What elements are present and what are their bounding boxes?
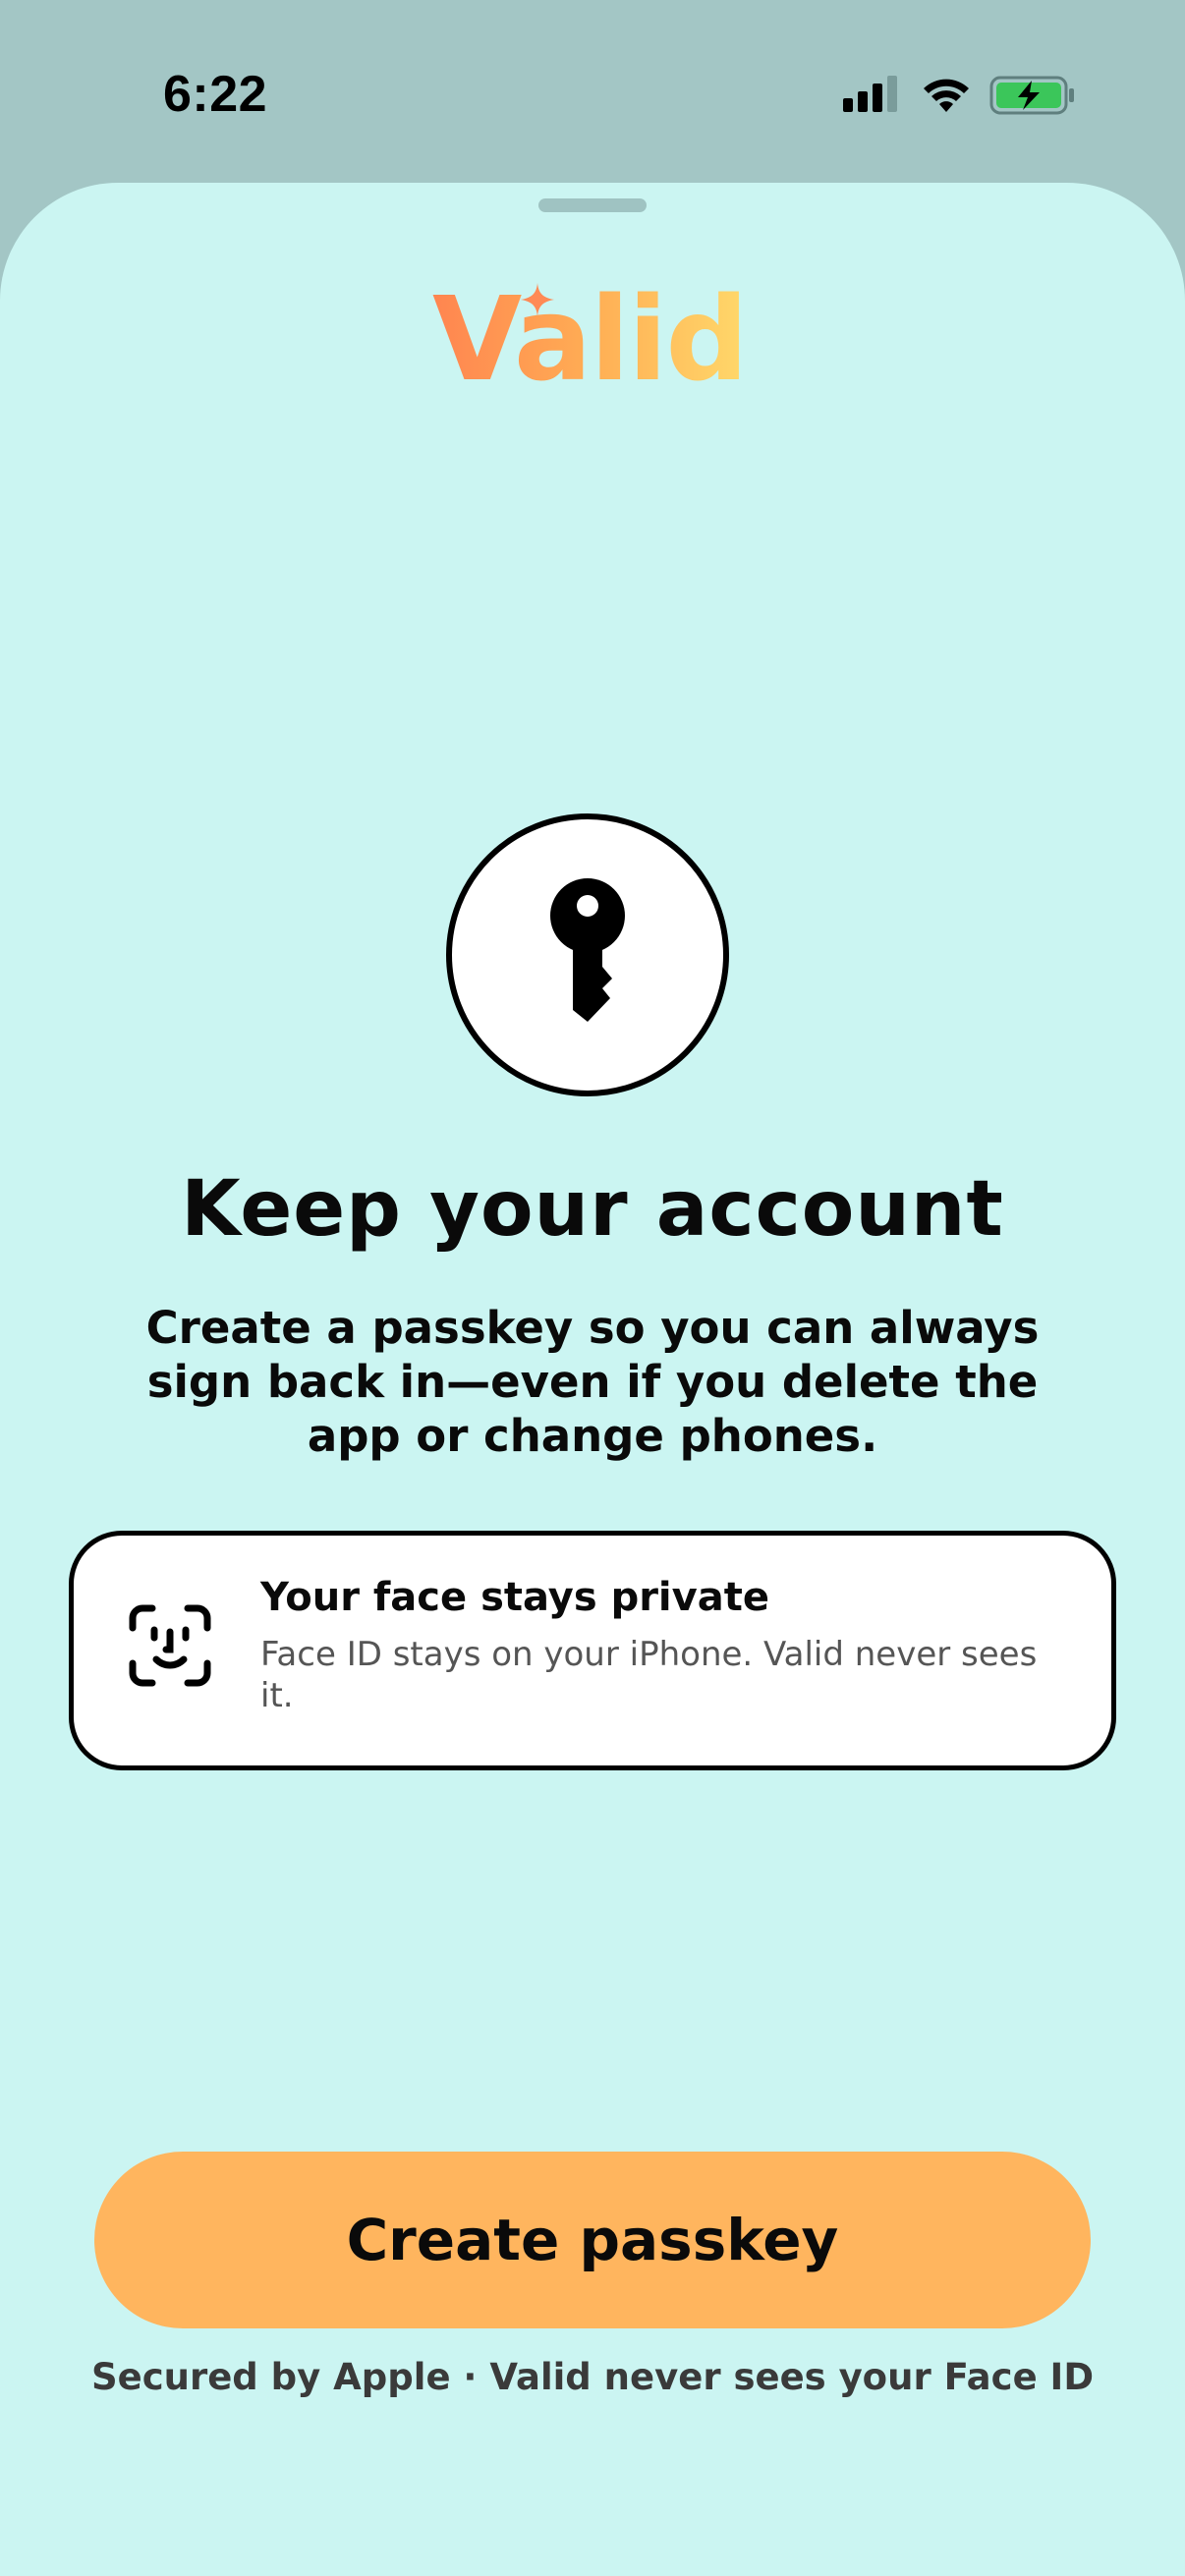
page-title: Keep your account [181, 1165, 1004, 1254]
status-bar: 6:22 [0, 0, 1185, 187]
sheet-grabber[interactable] [538, 198, 647, 212]
privacy-info-card: Your face stays private Face ID stays on… [69, 1531, 1116, 1770]
status-time: 6:22 [163, 66, 268, 123]
face-id-icon [129, 1604, 211, 1687]
page-subtitle: Create a passkey so you can always sign … [145, 1302, 1040, 1462]
key-icon [550, 878, 625, 1022]
cellular-signal-icon [843, 76, 897, 112]
card-title: Your face stays private [260, 1575, 769, 1620]
sparkle-icon [521, 283, 554, 316]
security-footnote: Secured by Apple · Valid never sees your… [90, 2356, 1095, 2398]
valid-logo: Valid [432, 271, 749, 407]
status-icons [843, 71, 1079, 120]
card-body: Face ID stays on your iPhone. Valid neve… [260, 1635, 1038, 1715]
passkey-sheet: Valid Keep your account Create a passkey… [0, 183, 1185, 2576]
battery-charging-icon [989, 76, 1074, 115]
key-badge [446, 813, 729, 1096]
wifi-icon [924, 79, 969, 112]
create-passkey-button[interactable]: Create passkey [94, 2152, 1091, 2328]
